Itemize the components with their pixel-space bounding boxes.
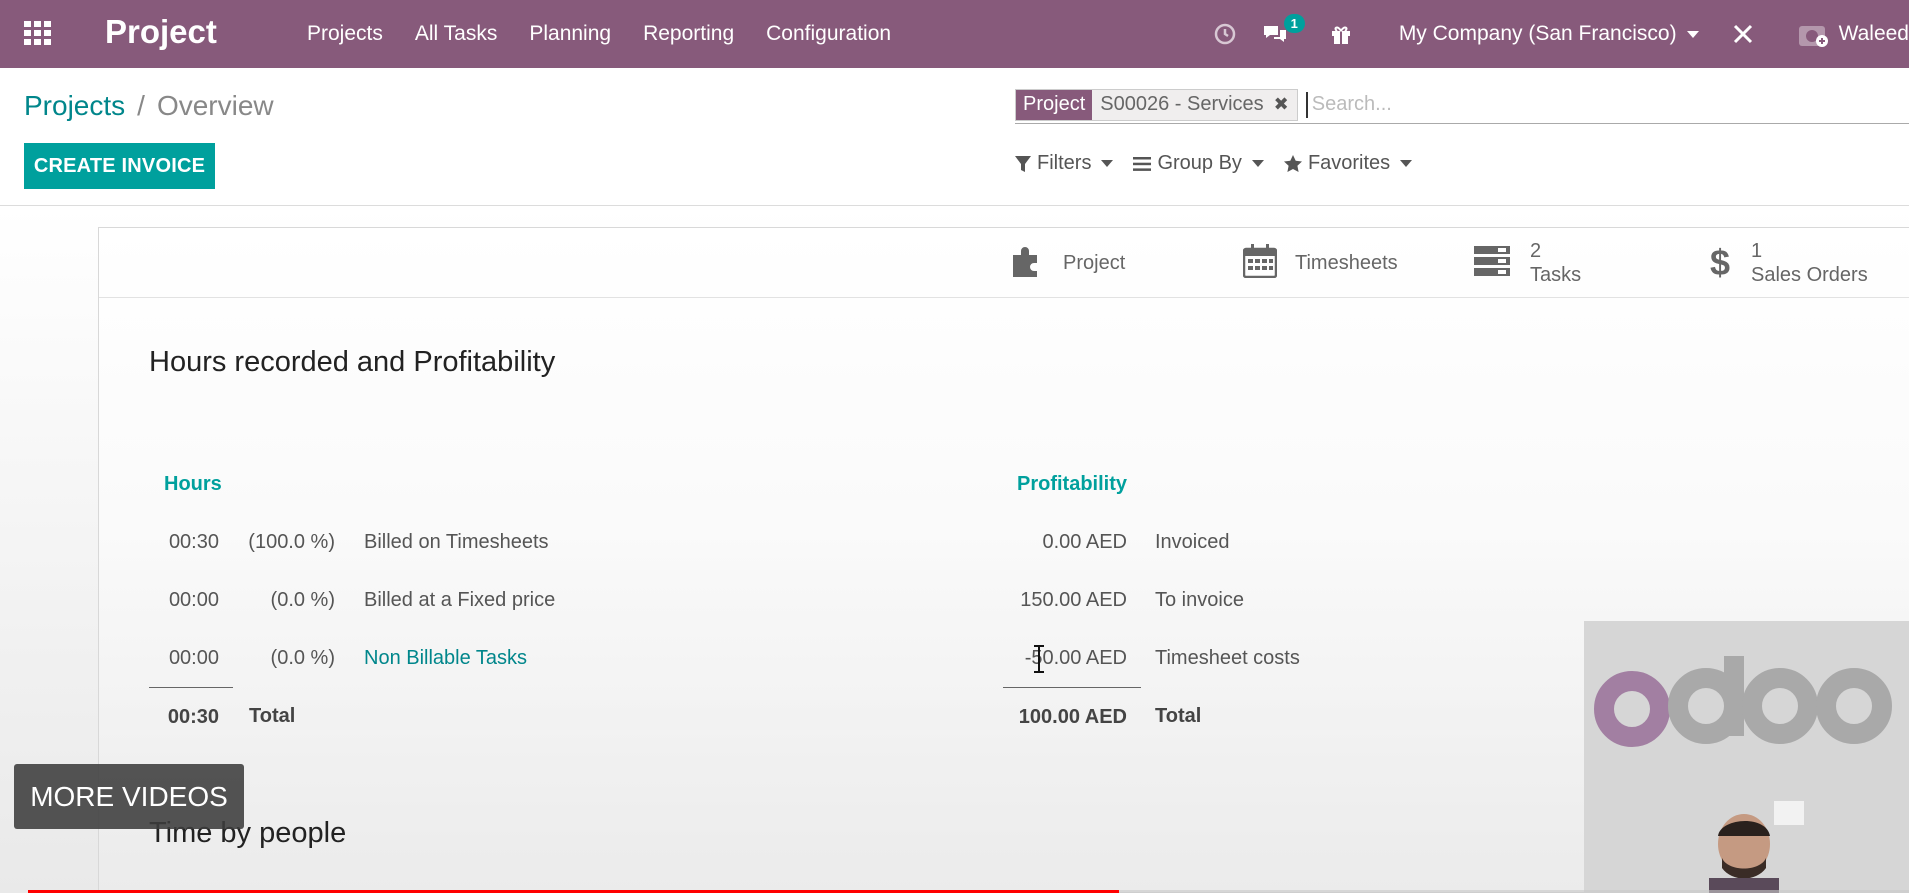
non-billable-tasks-link[interactable]: Non Billable Tasks — [364, 647, 527, 670]
hours-total-time: 00:30 — [167, 706, 219, 728]
search-facet: Project S00026 - Services ✖ — [1015, 88, 1298, 121]
profit-row-label: Timesheet costs — [1155, 647, 1300, 669]
hours-row-pct: (0.0 %) — [270, 589, 335, 611]
more-videos-button[interactable]: MORE VIDEOS — [14, 764, 244, 829]
section-hours-profitability-title: Hours recorded and Profitability — [149, 346, 556, 378]
chevron-down-icon — [1251, 160, 1264, 167]
favorites-dropdown[interactable]: Favorites — [1283, 152, 1413, 175]
stat-tasks-button[interactable]: 2 Tasks — [1474, 228, 1581, 298]
hours-total-label: Total — [249, 705, 296, 727]
stat-timesheets-button[interactable]: Timesheets — [1242, 228, 1398, 298]
hours-row-pct: (0.0 %) — [270, 647, 335, 669]
hours-row-time: 00:00 — [168, 647, 219, 669]
stat-sales-count: 1 — [1751, 240, 1763, 262]
stat-sales-label: Sales Orders — [1751, 264, 1868, 286]
menu-configuration[interactable]: Configuration — [766, 22, 891, 46]
menu-planning[interactable]: Planning — [529, 22, 611, 46]
search-options: Filters Group By Favorites — [1015, 152, 1432, 175]
stat-tasks-count: 2 — [1530, 240, 1542, 262]
gift-icon[interactable] — [1327, 20, 1355, 48]
profitability-heading: Profitability — [1017, 473, 1128, 495]
messages-badge: 1 — [1283, 14, 1305, 33]
facet-value-wrap: S00026 - Services ✖ — [1092, 89, 1297, 120]
filter-icon — [1015, 155, 1031, 173]
favorites-label: Favorites — [1307, 152, 1391, 174]
presenter-avatar — [1704, 806, 1784, 893]
menu-projects[interactable]: Projects — [307, 22, 383, 46]
profit-total-divider — [1003, 687, 1141, 688]
hours-row-pct: (100.0 %) — [248, 531, 335, 553]
filters-label: Filters — [1037, 152, 1092, 174]
profit-row-amount: 0.00 AED — [1042, 531, 1127, 553]
apps-menu-icon[interactable] — [24, 21, 52, 45]
stat-tasks-label: Tasks — [1530, 264, 1582, 286]
debug-tools-icon[interactable] — [1729, 20, 1757, 48]
calendar-icon — [1242, 243, 1278, 283]
breadcrumb-current: Overview — [156, 90, 274, 121]
facet-remove-icon[interactable]: ✖ — [1274, 94, 1289, 115]
hours-row-label: Billed at a Fixed price — [364, 589, 556, 611]
stat-buttons-bar: Project Timesheets 2 Tasks $ 1 Sales Ord… — [99, 228, 1909, 298]
stat-timesheets-label: Timesheets — [1295, 252, 1398, 274]
stat-project-button[interactable]: Project — [1011, 228, 1125, 298]
star-icon — [1283, 154, 1302, 173]
control-panel: Projects / Overview CREATE INVOICE Proje… — [0, 68, 1909, 206]
hours-row-label: Billed on Timesheets — [364, 531, 549, 553]
company-switcher[interactable]: My Company (San Francisco) — [1399, 22, 1699, 46]
chevron-down-icon — [1400, 160, 1413, 167]
profit-row-label: Invoiced — [1155, 531, 1230, 553]
search-input[interactable] — [1305, 91, 1706, 118]
hours-row-time: 00:00 — [168, 589, 219, 611]
filters-dropdown[interactable]: Filters — [1015, 152, 1114, 175]
profit-total-label: Total — [1155, 705, 1202, 727]
stat-sales-text: 1 Sales Orders — [1751, 239, 1868, 287]
stat-project-label: Project — [1063, 252, 1126, 274]
navbar-systray: 1 My Company (San Francisco) Waleed — [1189, 0, 1909, 68]
presenter-webcam — [1584, 621, 1909, 893]
stat-sales-orders-button[interactable]: $ 1 Sales Orders — [1709, 228, 1868, 298]
user-menu[interactable]: Waleed — [1797, 20, 1909, 48]
breadcrumb-projects[interactable]: Projects — [24, 90, 125, 122]
activity-clock-icon[interactable] — [1211, 20, 1239, 48]
hours-total-divider — [149, 687, 233, 688]
profit-row-amount: -50.00 AED — [1024, 647, 1127, 669]
menu-all-tasks[interactable]: All Tasks — [415, 22, 497, 46]
text-cursor-icon — [1032, 645, 1046, 673]
list-icon — [1133, 156, 1152, 172]
app-title[interactable]: Project — [105, 13, 217, 51]
tasks-icon — [1474, 245, 1510, 281]
group-by-label: Group By — [1157, 152, 1242, 174]
messages-icon[interactable]: 1 — [1261, 14, 1305, 48]
facet-value: S00026 - Services — [1100, 93, 1264, 115]
breadcrumb: Projects / Overview — [24, 90, 274, 122]
profit-row-amount: 150.00 AED — [1020, 589, 1127, 611]
main-menu: Projects All Tasks Planning Reporting Co… — [307, 0, 923, 68]
group-by-dropdown[interactable]: Group By — [1133, 152, 1264, 175]
hours-heading: Hours — [164, 473, 222, 495]
stat-tasks-text: 2 Tasks — [1530, 239, 1581, 287]
create-invoice-button[interactable]: CREATE INVOICE — [24, 143, 215, 189]
dollar-icon: $ — [1709, 242, 1731, 283]
puzzle-icon — [1011, 245, 1045, 282]
chevron-down-icon — [1686, 30, 1699, 38]
profit-total-amount: 100.00 AED — [1018, 706, 1127, 728]
avatar — [1797, 20, 1829, 48]
facet-category: Project — [1016, 89, 1093, 120]
profit-row-label: To invoice — [1155, 589, 1244, 611]
search-bar: Project S00026 - Services ✖ — [1015, 86, 1909, 124]
hours-row-time: 00:30 — [168, 531, 219, 553]
user-name: Waleed — [1838, 22, 1909, 45]
menu-reporting[interactable]: Reporting — [643, 22, 734, 46]
company-name: My Company (San Francisco) — [1398, 22, 1677, 45]
top-navbar: Project Projects All Tasks Planning Repo… — [0, 0, 1909, 68]
chevron-down-icon — [1101, 160, 1114, 167]
breadcrumb-separator: / — [137, 90, 145, 121]
